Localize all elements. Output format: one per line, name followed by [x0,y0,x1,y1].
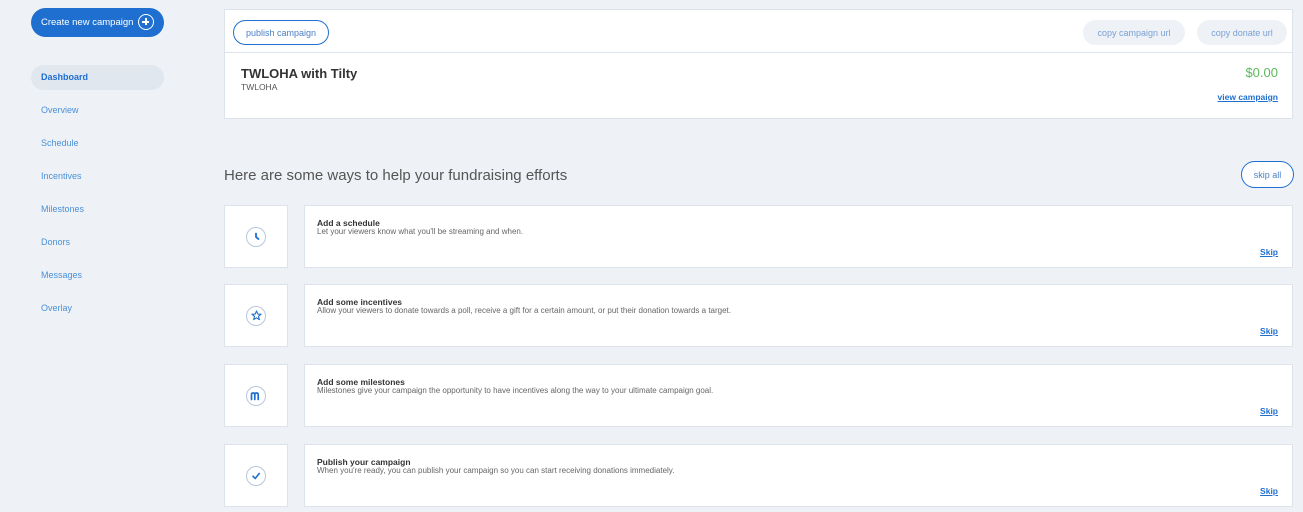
view-campaign-link[interactable]: view campaign [1218,92,1278,102]
step-description: When you're ready, you can publish your … [317,466,675,475]
skip-publish-link[interactable]: Skip [1260,486,1278,496]
milestones-icon-card [224,364,288,427]
step-card-incentives: Add some incentives Allow your viewers t… [304,284,1293,347]
campaign-summary-card: TWLOHA with Tilty TWLOHA $0.00 view camp… [224,53,1293,119]
sidebar-item-schedule[interactable]: Schedule [31,131,164,156]
checkmark-icon [246,465,266,486]
sidebar-item-milestones[interactable]: Milestones [31,197,164,222]
sidebar-item-overlay[interactable]: Overlay [31,296,164,321]
star-icon [246,305,266,326]
sidebar-nav: Dashboard Overview Schedule Incentives M… [31,65,164,329]
step-card-milestones: Add some milestones Milestones give your… [304,364,1293,427]
publish-campaign-button[interactable]: publish campaign [233,20,329,45]
create-campaign-label: Create new campaign [41,17,134,28]
sidebar-item-incentives[interactable]: Incentives [31,164,164,189]
sidebar-item-overview[interactable]: Overview [31,98,164,123]
skip-schedule-link[interactable]: Skip [1260,247,1278,257]
milestone-m-icon [246,385,266,406]
campaign-subtitle: TWLOHA [241,82,278,92]
publish-icon-card [224,444,288,507]
step-card-publish: Publish your campaign When you're ready,… [304,444,1293,507]
campaign-toolbar: publish campaign copy campaign url copy … [224,9,1293,53]
copy-campaign-url-button[interactable]: copy campaign url [1083,20,1185,45]
plus-circle-icon [138,14,154,30]
skip-all-button[interactable]: skip all [1241,161,1294,188]
step-description: Allow your viewers to donate towards a p… [317,306,731,315]
sidebar: Create new campaign Dashboard Overview S… [0,0,200,512]
campaign-title: TWLOHA with Tilty [241,66,358,81]
sidebar-item-messages[interactable]: Messages [31,263,164,288]
schedule-icon-card [224,205,288,268]
help-section-title: Here are some ways to help your fundrais… [224,167,568,184]
step-description: Milestones give your campaign the opport… [317,386,714,395]
create-campaign-button[interactable]: Create new campaign [31,8,164,37]
skip-incentives-link[interactable]: Skip [1260,326,1278,336]
clock-icon [246,226,266,247]
step-card-schedule: Add a schedule Let your viewers know wha… [304,205,1293,268]
sidebar-item-dashboard[interactable]: Dashboard [31,65,164,90]
step-description: Let your viewers know what you'll be str… [317,227,524,236]
campaign-amount: $0.00 [1245,65,1278,80]
incentives-icon-card [224,284,288,347]
copy-donate-url-button[interactable]: copy donate url [1197,20,1287,45]
skip-milestones-link[interactable]: Skip [1260,406,1278,416]
sidebar-item-donors[interactable]: Donors [31,230,164,255]
